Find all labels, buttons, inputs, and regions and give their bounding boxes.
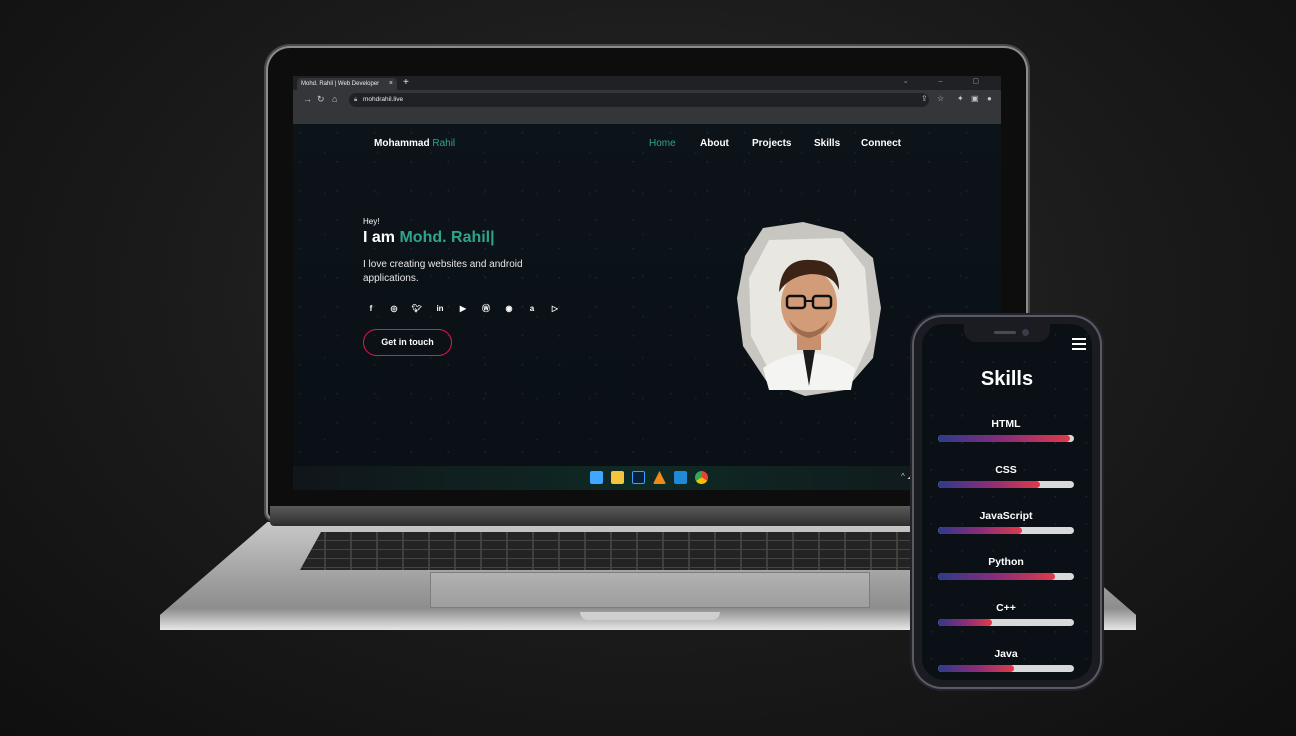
skills-title: Skills bbox=[980, 368, 1034, 390]
skill-name: CSS bbox=[995, 464, 1017, 476]
share-icon[interactable]: ⇪ bbox=[921, 94, 928, 103]
extensions-icon[interactable]: ✦ bbox=[957, 94, 964, 103]
nav-about[interactable]: About bbox=[700, 138, 729, 149]
vlc-icon[interactable] bbox=[653, 471, 666, 484]
hero-tagline: I love creating websites and android app… bbox=[363, 259, 523, 284]
skill-bar-fill bbox=[938, 481, 1040, 488]
skill-bar bbox=[938, 527, 1074, 534]
laptop-screen: Mohd. Rahil | Web Developer × + ⌄ – ▢ → … bbox=[293, 76, 1001, 490]
vscode-icon[interactable] bbox=[674, 471, 687, 484]
greeting: Hey! bbox=[363, 217, 380, 226]
bookmarks-bar bbox=[293, 110, 1001, 124]
skill-item: HTML bbox=[938, 418, 1074, 442]
browser-tab-bar: Mohd. Rahil | Web Developer × + ⌄ – ▢ bbox=[293, 76, 1001, 90]
skill-bar bbox=[938, 435, 1074, 442]
skill-name: JavaScript bbox=[979, 510, 1033, 522]
portfolio-page: Mohammad Rahil Home About Projects Skill… bbox=[293, 124, 1001, 466]
lock-icon: 🔒︎ bbox=[354, 97, 358, 103]
windows-start-icon[interactable] bbox=[590, 471, 603, 484]
skill-bar bbox=[938, 665, 1074, 672]
amazon-icon[interactable]: a bbox=[524, 301, 540, 317]
phone-screen: Skills HTML CSS JavaScript Python C++ Ja… bbox=[922, 324, 1092, 680]
skill-item: Python bbox=[938, 556, 1074, 580]
wordpress-icon[interactable]: Ⓦ bbox=[478, 301, 494, 317]
chrome-icon[interactable] bbox=[695, 471, 708, 484]
skill-bar-fill bbox=[938, 527, 1023, 534]
phone-notch bbox=[964, 324, 1050, 342]
bookmark-star-icon[interactable]: ☆ bbox=[937, 94, 944, 103]
side-panel-icon[interactable]: ▣ bbox=[971, 94, 979, 103]
play-store-icon[interactable]: ▷ bbox=[547, 301, 563, 317]
skill-name: Java bbox=[994, 648, 1018, 660]
linkedin-icon[interactable]: in bbox=[432, 301, 448, 317]
browser-address-bar: → ↻ ⌂ 🔒︎ mohdrahil.live ⇪ ☆ ✦ ▣ ● bbox=[293, 90, 1001, 110]
skill-name: HTML bbox=[991, 418, 1021, 430]
social-links: f ◎ 🐦︎ in ▶ Ⓦ ◉ a ▷ bbox=[363, 301, 563, 317]
profile-photo bbox=[737, 222, 881, 396]
hamburger-menu-icon[interactable] bbox=[1072, 338, 1086, 353]
skill-item: Java bbox=[938, 648, 1074, 672]
file-explorer-icon[interactable] bbox=[611, 471, 624, 484]
tab-close-icon[interactable]: × bbox=[389, 78, 393, 90]
skill-bar bbox=[938, 619, 1074, 626]
github-icon[interactable]: ◉ bbox=[501, 301, 517, 317]
windows-taskbar: ^ ☁ bbox=[293, 466, 1001, 490]
url-input[interactable]: 🔒︎ mohdrahil.live bbox=[349, 93, 929, 107]
reload-icon[interactable]: ↻ bbox=[317, 94, 325, 105]
hero-headline: I am Mohd. Rahil| bbox=[363, 229, 495, 247]
skill-bar-fill bbox=[938, 573, 1055, 580]
window-controls[interactable]: ⌄ – ▢ bbox=[903, 76, 993, 88]
skill-bar-fill bbox=[938, 619, 993, 626]
headline-name: Mohd. Rahil| bbox=[399, 229, 495, 246]
profile-icon[interactable]: ● bbox=[987, 94, 992, 103]
get-in-touch-button[interactable]: Get in touch bbox=[363, 329, 452, 356]
skill-bar-fill bbox=[938, 665, 1015, 672]
youtube-icon[interactable]: ▶ bbox=[455, 301, 471, 317]
skill-item: C++ bbox=[938, 602, 1074, 626]
skill-name: Python bbox=[988, 556, 1024, 568]
skill-bar bbox=[938, 481, 1074, 488]
skill-name: C++ bbox=[996, 602, 1016, 614]
twitter-icon[interactable]: 🐦︎ bbox=[409, 301, 425, 317]
skill-item: CSS bbox=[938, 464, 1074, 488]
laptop-trackpad bbox=[430, 572, 870, 608]
url-text: mohdrahil.live bbox=[363, 96, 404, 103]
photoshop-icon[interactable] bbox=[632, 471, 645, 484]
tab-title: Mohd. Rahil | Web Developer bbox=[301, 81, 380, 87]
laptop-hinge bbox=[270, 506, 1024, 526]
keyboard-rows bbox=[300, 532, 1000, 570]
phone-speaker bbox=[994, 331, 1016, 334]
nav-projects[interactable]: Projects bbox=[752, 138, 791, 149]
brand-accent-name: Rahil bbox=[432, 138, 456, 149]
skill-item: JavaScript bbox=[938, 510, 1074, 534]
skill-bar bbox=[938, 573, 1074, 580]
browser-tab[interactable]: Mohd. Rahil | Web Developer × bbox=[297, 78, 397, 90]
new-tab-button[interactable]: + bbox=[403, 77, 409, 88]
nav-connect[interactable]: Connect bbox=[861, 138, 901, 149]
site-brand[interactable]: Mohammad Rahil bbox=[374, 138, 455, 149]
nav-home[interactable]: Home bbox=[649, 138, 676, 149]
nav-skills[interactable]: Skills bbox=[814, 138, 840, 149]
system-tray[interactable]: ^ ☁ bbox=[901, 472, 915, 481]
laptop-base-notch bbox=[580, 612, 720, 620]
skill-bar-fill bbox=[938, 435, 1070, 442]
home-icon[interactable]: ⌂ bbox=[332, 94, 337, 104]
instagram-icon[interactable]: ◎ bbox=[386, 301, 402, 317]
brand-first-name: Mohammad bbox=[374, 138, 430, 149]
headline-prefix: I am bbox=[363, 229, 396, 246]
phone-camera bbox=[1022, 329, 1029, 336]
forward-icon[interactable]: → bbox=[303, 94, 312, 104]
facebook-icon[interactable]: f bbox=[363, 301, 379, 317]
